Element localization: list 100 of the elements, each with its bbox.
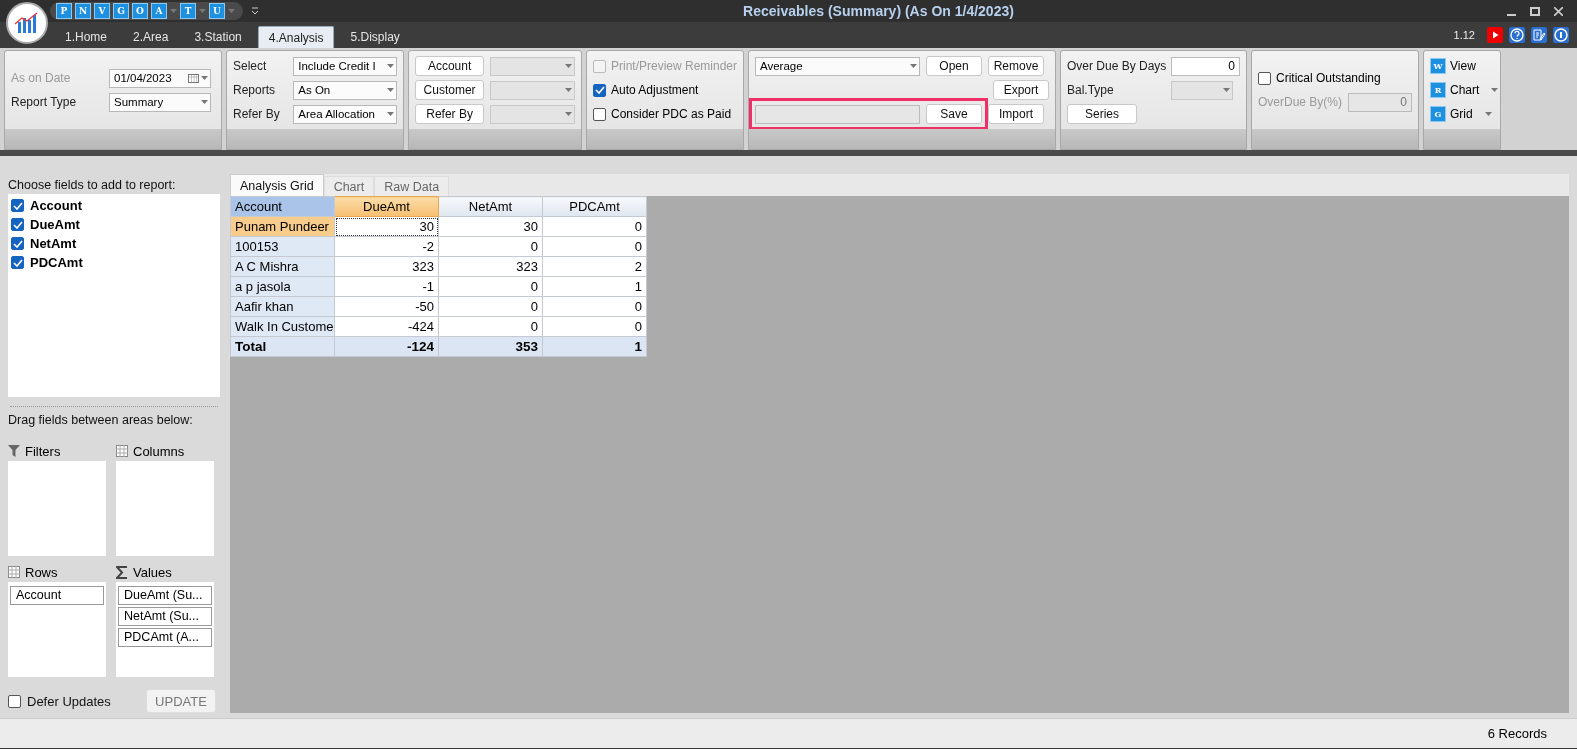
field-name[interactable]: PDCAmt [30,255,83,270]
ribbon-button[interactable]: Customer [415,80,485,100]
ribbon-button[interactable]: Export [993,80,1049,100]
checkbox-label: Defer Updates [27,693,111,709]
customize-icon[interactable] [251,7,259,15]
menu-button[interactable]: R Chart [1430,82,1499,98]
app-logo-icon[interactable] [6,2,48,44]
record-count: 6 Records [1487,726,1547,741]
field-chip[interactable]: DueAmt (Su... [118,586,212,605]
ribbon-tab[interactable]: 4.Analysis [257,26,335,48]
caret-icon [228,9,235,13]
caret-icon [201,76,208,80]
caret-icon [910,64,917,68]
ribbon-button[interactable]: Open [926,56,982,76]
total-label: Total [230,336,335,357]
column-header[interactable]: NetAmt [438,196,543,217]
caret-icon [1223,88,1230,92]
version-label: 1.12 [1453,29,1475,41]
field-label: Report Type [11,95,78,109]
field-label: Reports [233,83,277,97]
row-header[interactable]: a p jasola [230,276,335,297]
field-label: Over Due By Days [1067,59,1165,73]
date-picker[interactable]: 01/04/2023 [109,68,211,88]
drop-area[interactable]: DueAmt (Su... NetAmt (Su... PDCAmt (A... [116,582,214,677]
field-label: Refer By [233,107,281,121]
play-icon[interactable] [1487,27,1503,43]
caret-icon [565,64,572,68]
row-header[interactable]: Punam Pundeer [230,216,335,237]
caret-icon [387,112,394,116]
checkbox[interactable] [11,256,24,269]
row-header[interactable]: Aafir khan [230,296,335,317]
caret-icon [170,9,177,13]
update-button[interactable]: UPDATE [146,689,216,713]
grid-icon [8,566,20,578]
ribbon-button[interactable]: Series [1067,104,1137,124]
area-label: Columns [133,443,185,459]
column-header[interactable]: DueAmt [334,196,439,217]
caret-icon [201,100,208,104]
area-label: Values [133,564,172,580]
view-tab[interactable]: Raw Data [374,176,450,196]
caret-icon [1484,112,1492,116]
document-edit-icon[interactable] [1531,27,1547,43]
info-icon[interactable] [1553,27,1569,43]
ribbon-tab[interactable]: 3.Station [184,26,252,48]
checkbox[interactable] [11,237,24,250]
ribbon-button[interactable]: Remove [988,56,1044,76]
caret-icon [1491,88,1499,92]
ribbon-tab[interactable]: 1.Home [55,26,118,48]
field-chip[interactable]: Account [10,586,104,605]
column-header[interactable]: Account [230,196,335,217]
row-header[interactable]: Walk In Custome [230,316,335,337]
ribbon-tab[interactable]: 2.Area [123,26,179,48]
field-name[interactable]: DueAmt [30,217,80,232]
column-header[interactable]: PDCAmt [542,196,647,217]
field-label: Bal.Type [1067,83,1115,97]
drop-area[interactable]: Account [8,582,106,677]
view-tab[interactable]: Analysis Grid [230,174,324,196]
ribbon-button[interactable]: Refer By [415,104,485,124]
ribbon-tab[interactable]: 5.Display [340,26,410,48]
checkbox-label: Auto Adjustment [611,83,699,97]
close-icon[interactable] [1554,6,1563,16]
input-field[interactable]: 0 [1171,56,1240,76]
window-title: Receivables (Summary) (As On 1/4/2023) [743,3,1014,19]
sigma-icon [116,565,128,579]
checkbox[interactable] [8,694,21,708]
menu-button[interactable]: G Grid [1430,106,1492,122]
view-tab[interactable]: Chart [323,176,375,196]
field-chip[interactable]: PDCAmt (A... [118,628,212,647]
dropdown-field[interactable]: As On [293,80,397,100]
filter-icon [8,445,20,457]
maximize-icon[interactable] [1530,6,1540,16]
checkbox-label: Critical Outstanding [1276,71,1381,85]
help-icon[interactable] [1509,27,1525,43]
grid-icon [116,445,128,457]
area-label: Rows [25,564,58,580]
dropdown-field[interactable]: Include Credit I [293,56,397,76]
field-name[interactable]: Account [30,198,82,213]
row-header[interactable]: A C Mishra [230,256,335,277]
dropdown-field[interactable]: Summary [109,92,211,112]
ribbon-button[interactable]: Account [415,56,485,76]
field-label: Select [233,59,268,73]
checkbox-label: Consider PDC as Paid [611,107,732,121]
checkbox[interactable] [11,199,24,212]
ribbon-button[interactable]: Import [988,104,1044,124]
field-label: OverDue By(%) [1258,95,1343,109]
checkbox-label: Print/Preview Reminder [611,59,738,73]
dropdown-field[interactable]: Average [755,56,920,76]
calendar-icon[interactable] [188,73,199,83]
menu-button[interactable]: W View [1430,58,1476,74]
area-label: Filters [25,443,61,459]
checkbox[interactable] [11,218,24,231]
row-header[interactable]: 100153 [230,236,335,257]
dropdown-field[interactable]: Area Allocation [293,104,397,124]
caret-icon [565,88,572,92]
field-chip[interactable]: NetAmt (Su... [118,607,212,626]
field-name[interactable]: NetAmt [30,236,77,251]
checkbox[interactable] [593,83,606,97]
checkbox[interactable] [593,107,606,121]
checkbox[interactable] [1258,71,1271,85]
caret-icon [387,88,394,92]
